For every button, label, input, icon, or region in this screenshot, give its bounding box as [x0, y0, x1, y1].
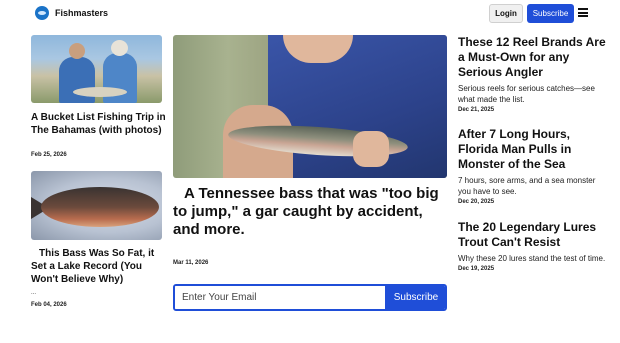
brand-name[interactable]: Fishmasters: [55, 8, 108, 18]
sidebar-article-subtitle: Serious reels for serious catches—see wh…: [458, 84, 595, 104]
featured-article-title[interactable]: A Tennessee bass that was "too big to ju…: [173, 185, 449, 239]
newsletter-subscribe-button[interactable]: Subscribe: [385, 286, 445, 309]
sidebar-article-title[interactable]: The 20 Legendary Lures Trout Can't Resis…: [458, 220, 608, 250]
sidebar-article-title[interactable]: After 7 Long Hours, Florida Man Pulls in…: [458, 127, 608, 172]
sidebar-article-subtitle: Why these 20 lures stand the test of tim…: [458, 254, 606, 263]
article-title-bass[interactable]: This Bass Was So Fat, it Set a Lake Reco…: [31, 247, 166, 286]
sidebar-article-date: Dec 19, 2025: [458, 266, 495, 272]
article-ellipsis: ...: [31, 290, 37, 296]
sidebar-article-subtitle: 7 hours, sore arms, and a sea monster yo…: [458, 176, 596, 196]
sidebar-article-date: Dec 21, 2025: [458, 107, 495, 113]
article-thumbnail-bass[interactable]: [31, 171, 162, 240]
sidebar-article[interactable]: After 7 Long Hours, Florida Man Pulls in…: [458, 127, 608, 205]
sidebar-article[interactable]: These 12 Reel Brands Are a Must-Own for …: [458, 35, 608, 113]
newsletter-form: Subscribe: [173, 284, 447, 311]
hamburger-menu-icon[interactable]: [578, 8, 588, 17]
fish-logo-icon[interactable]: [35, 6, 49, 20]
sidebar-article-title[interactable]: These 12 Reel Brands Are a Must-Own for …: [458, 35, 608, 80]
site-header: Fishmasters Login Subscribe: [0, 0, 620, 28]
sidebar-article-date: Dec 20, 2025: [458, 199, 495, 205]
article-thumbnail-bahamas[interactable]: [31, 35, 162, 103]
featured-article-image[interactable]: [173, 35, 447, 178]
sidebar-article[interactable]: The 20 Legendary Lures Trout Can't Resis…: [458, 220, 608, 272]
subscribe-button[interactable]: Subscribe: [527, 4, 574, 23]
login-button[interactable]: Login: [489, 4, 523, 23]
featured-article-date: Mar 11, 2026: [173, 260, 209, 266]
article-date: Feb 04, 2026: [31, 302, 67, 308]
email-field[interactable]: [175, 286, 385, 309]
article-title-bahamas[interactable]: A Bucket List Fishing Trip in The Bahama…: [31, 111, 166, 137]
article-date: Feb 25, 2026: [31, 152, 67, 158]
